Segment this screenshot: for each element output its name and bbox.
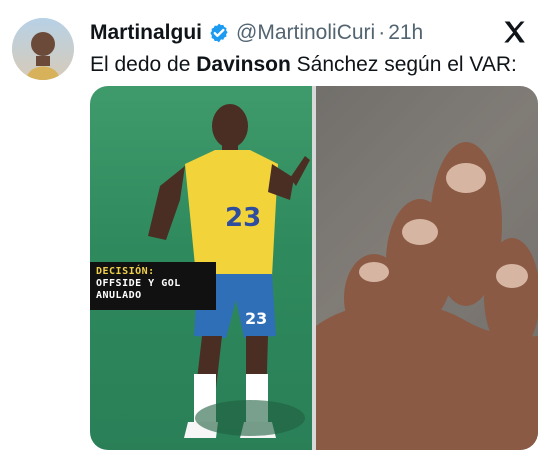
avatar-photo	[12, 18, 74, 80]
tweet-header: Martinalgui @MartinoliCuri · 21h	[90, 18, 528, 48]
separator-dot: ·	[378, 21, 386, 44]
tweet-text: El dedo de Davinson Sánchez según el VAR…	[90, 52, 536, 78]
x-logo-icon[interactable]	[500, 18, 528, 46]
tweet-text-bold-name: Davinson	[196, 53, 291, 76]
verified-badge-icon	[210, 23, 228, 43]
tweet-text-prefix: El dedo de	[90, 53, 191, 76]
author-name[interactable]: Martinalgui	[90, 21, 202, 45]
media-right-panel	[316, 86, 538, 450]
decision-overlay: DECISIÓN: OFFSIDE Y GOL ANULADO	[90, 262, 216, 310]
decision-line-1: OFFSIDE Y GOL	[96, 278, 181, 289]
jersey-number: 23	[225, 203, 261, 233]
decision-line-2: ANULADO	[96, 290, 142, 301]
tweet-media[interactable]: 23 23 DECISIÓN: OFFSIDE Y GOL ANULADO	[90, 86, 538, 450]
tweet-text-suffix: Sánchez según el VAR:	[296, 53, 517, 76]
toes-illustration	[316, 86, 538, 450]
avatar[interactable]	[12, 18, 74, 80]
media-left-panel: 23 23 DECISIÓN: OFFSIDE Y GOL ANULADO	[90, 86, 312, 450]
decision-title: DECISIÓN:	[96, 266, 155, 277]
author-handle[interactable]: @MartinoliCuri	[236, 21, 375, 45]
timestamp[interactable]: 21h	[388, 21, 423, 45]
shorts-number: 23	[245, 309, 267, 328]
